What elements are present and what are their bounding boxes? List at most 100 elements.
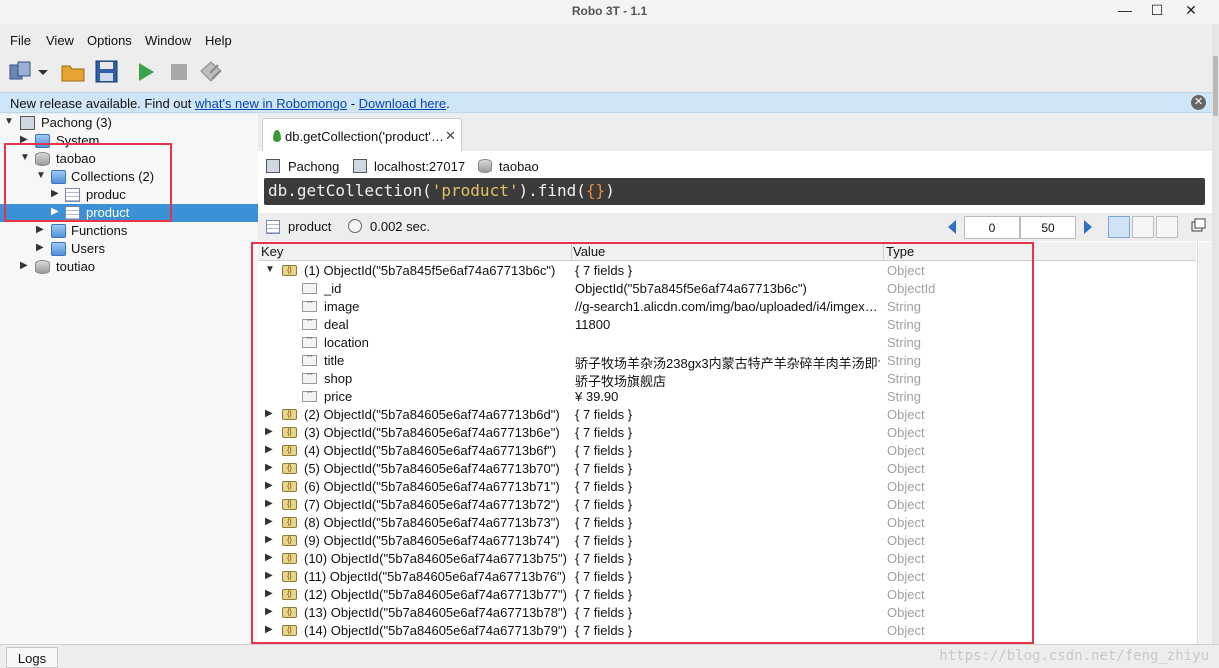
table-row[interactable]: ▼ {} (1) ObjectId("5b7a845f5e6af74a67713b6… <box>258 262 1196 280</box>
connect-icon[interactable] <box>8 59 48 85</box>
tab-close-icon[interactable]: ✕ <box>445 128 456 144</box>
cell-key: title <box>324 353 345 368</box>
window-scrollbar[interactable] <box>1212 24 1219 644</box>
tree-collection-product[interactable]: ▶ product <box>0 204 258 222</box>
document-icon: {} <box>282 265 297 276</box>
header-type[interactable]: Type <box>886 244 914 259</box>
collapse-arrow-icon[interactable]: ▼ <box>20 152 30 163</box>
table-row[interactable]: ▶ {} (13) ObjectId("5b7a84605e6af74a67713b… <box>258 604 1196 622</box>
expand-arrow-icon[interactable]: ▶ <box>265 516 273 527</box>
table-row[interactable]: ▶ {} (9) ObjectId("5b7a84605e6af74a67713b7… <box>258 532 1196 550</box>
table-row[interactable]: "" price ¥ 39.90 String <box>258 388 1196 406</box>
tree-db-taobao[interactable]: ▼ taobao <box>0 150 258 168</box>
limit-input[interactable]: 50 <box>1020 216 1076 239</box>
expand-arrow-icon[interactable]: ▶ <box>51 206 59 217</box>
table-view-icon[interactable] <box>1132 216 1154 238</box>
expand-arrow-icon[interactable]: ▶ <box>36 224 44 235</box>
orientation-icon[interactable] <box>198 59 224 85</box>
expand-arrow-icon[interactable]: ▶ <box>36 242 44 253</box>
title-bar: Robo 3T - 1.1 — ☐ ✕ <box>0 0 1219 24</box>
tree-collection-produc[interactable]: ▶ produc <box>0 186 258 204</box>
collapse-arrow-icon[interactable]: ▼ <box>4 116 14 127</box>
tree-server[interactable]: ▼ Pachong (3) <box>0 114 258 132</box>
download-link[interactable]: Download here <box>359 96 446 111</box>
header-divider[interactable] <box>883 242 884 261</box>
document-icon: {} <box>282 553 297 564</box>
notice-close-icon[interactable]: ✕ <box>1191 95 1206 110</box>
expand-arrow-icon[interactable]: ▶ <box>265 444 273 455</box>
table-row[interactable]: ▶ {} (2) ObjectId("5b7a84605e6af74a67713b6… <box>258 406 1196 424</box>
detach-icon[interactable] <box>1188 216 1210 238</box>
header-value[interactable]: Value <box>573 244 605 259</box>
header-divider[interactable] <box>571 242 572 261</box>
query-editor[interactable]: db.getCollection('product').find({}) <box>264 178 1205 205</box>
expand-arrow-icon[interactable]: ▶ <box>20 134 28 145</box>
expand-arrow-icon[interactable]: ▶ <box>265 426 273 437</box>
table-row[interactable]: _id ObjectId("5b7a845f5e6af74a67713b6c") O… <box>258 280 1196 298</box>
table-row[interactable]: ▶ {} (6) ObjectId("5b7a84605e6af74a67713b7… <box>258 478 1196 496</box>
expand-arrow-icon[interactable]: ▶ <box>265 480 273 491</box>
open-folder-icon[interactable] <box>60 59 86 85</box>
minimize-button[interactable]: — <box>1110 2 1140 22</box>
tree-system-folder[interactable]: ▶ System <box>0 132 258 150</box>
save-icon[interactable] <box>94 59 120 85</box>
tree-view-icon[interactable] <box>1108 216 1130 238</box>
logs-tab[interactable]: Logs <box>6 647 58 668</box>
cell-key: shop <box>324 371 353 386</box>
expand-arrow-icon[interactable]: ▶ <box>265 498 273 509</box>
tree-db-toutiao[interactable]: ▶ toutiao <box>0 258 258 276</box>
cell-value: { 7 fields } <box>575 497 633 512</box>
table-row[interactable]: "" deal 11800 String <box>258 316 1196 334</box>
query-time: 0.002 sec. <box>370 219 430 234</box>
cell-value: { 7 fields } <box>575 461 633 476</box>
menu-view[interactable]: View <box>46 33 74 48</box>
tab-query[interactable]: db.getCollection('product'… ✕ <box>262 118 462 152</box>
execute-icon[interactable] <box>134 59 160 85</box>
scrollbar-thumb[interactable] <box>1213 56 1218 116</box>
menu-window[interactable]: Window <box>145 33 191 48</box>
table-row[interactable]: ▶ {} (3) ObjectId("5b7a84605e6af74a67713b6… <box>258 424 1196 442</box>
cell-key: _id <box>324 281 342 296</box>
expand-arrow-icon[interactable]: ▶ <box>265 534 273 545</box>
tree-functions-folder[interactable]: ▶ Functions <box>0 222 258 240</box>
expand-arrow-icon[interactable]: ▶ <box>265 462 273 473</box>
collapse-arrow-icon[interactable]: ▼ <box>265 264 275 275</box>
table-row[interactable]: ▶ {} (10) ObjectId("5b7a84605e6af74a67713b… <box>258 550 1196 568</box>
expand-arrow-icon[interactable]: ▶ <box>20 260 28 271</box>
expand-arrow-icon[interactable]: ▶ <box>265 408 273 419</box>
menu-file[interactable]: File <box>10 33 31 48</box>
expand-arrow-icon[interactable]: ▶ <box>265 552 273 563</box>
table-row[interactable]: ▶ {} (5) ObjectId("5b7a84605e6af74a67713b7… <box>258 460 1196 478</box>
table-row[interactable]: ▶ {} (8) ObjectId("5b7a84605e6af74a67713b7… <box>258 514 1196 532</box>
expand-arrow-icon[interactable]: ▶ <box>265 624 273 635</box>
expand-arrow-icon[interactable]: ▶ <box>265 606 273 617</box>
tree-collections-folder[interactable]: ▼ Collections (2) <box>0 168 258 186</box>
whats-new-link[interactable]: what's new in Robomongo <box>195 96 347 111</box>
table-row[interactable]: ▶ {} (11) ObjectId("5b7a84605e6af74a67713b… <box>258 568 1196 586</box>
table-row[interactable]: "" shop 骄子牧场旗舰店 String <box>258 370 1196 389</box>
table-row[interactable]: "" image //g-search1.alicdn.com/img/bao/up… <box>258 298 1196 316</box>
prev-page-icon[interactable] <box>948 220 956 234</box>
table-row[interactable]: "" title 骄子牧场羊杂汤238gx3内蒙古特产羊杂碎羊肉羊汤即食… Strin… <box>258 352 1196 371</box>
table-row[interactable]: ▶ {} (14) ObjectId("5b7a84605e6af74a67713b… <box>258 622 1196 640</box>
collapse-arrow-icon[interactable]: ▼ <box>36 170 46 181</box>
next-page-icon[interactable] <box>1084 220 1092 234</box>
expand-arrow-icon[interactable]: ▶ <box>51 188 59 199</box>
menu-options[interactable]: Options <box>87 33 132 48</box>
expand-arrow-icon[interactable]: ▶ <box>265 570 273 581</box>
expand-arrow-icon[interactable]: ▶ <box>265 588 273 599</box>
text-view-icon[interactable] <box>1156 216 1178 238</box>
tree-users-folder[interactable]: ▶ Users <box>0 240 258 258</box>
maximize-button[interactable]: ☐ <box>1142 2 1172 22</box>
header-key[interactable]: Key <box>261 244 283 259</box>
table-row[interactable]: "" location String <box>258 334 1196 352</box>
stop-icon[interactable] <box>167 59 193 85</box>
close-button[interactable]: ✕ <box>1176 2 1206 22</box>
skip-input[interactable]: 0 <box>964 216 1020 239</box>
table-row[interactable]: ▶ {} (7) ObjectId("5b7a84605e6af74a67713b7… <box>258 496 1196 514</box>
table-row[interactable]: ▶ {} (4) ObjectId("5b7a84605e6af74a67713b6… <box>258 442 1196 460</box>
host-icon <box>353 159 367 173</box>
menu-help[interactable]: Help <box>205 33 232 48</box>
grid-scrollbar[interactable] <box>1197 242 1212 644</box>
table-row[interactable]: ▶ {} (12) ObjectId("5b7a84605e6af74a67713b… <box>258 586 1196 604</box>
